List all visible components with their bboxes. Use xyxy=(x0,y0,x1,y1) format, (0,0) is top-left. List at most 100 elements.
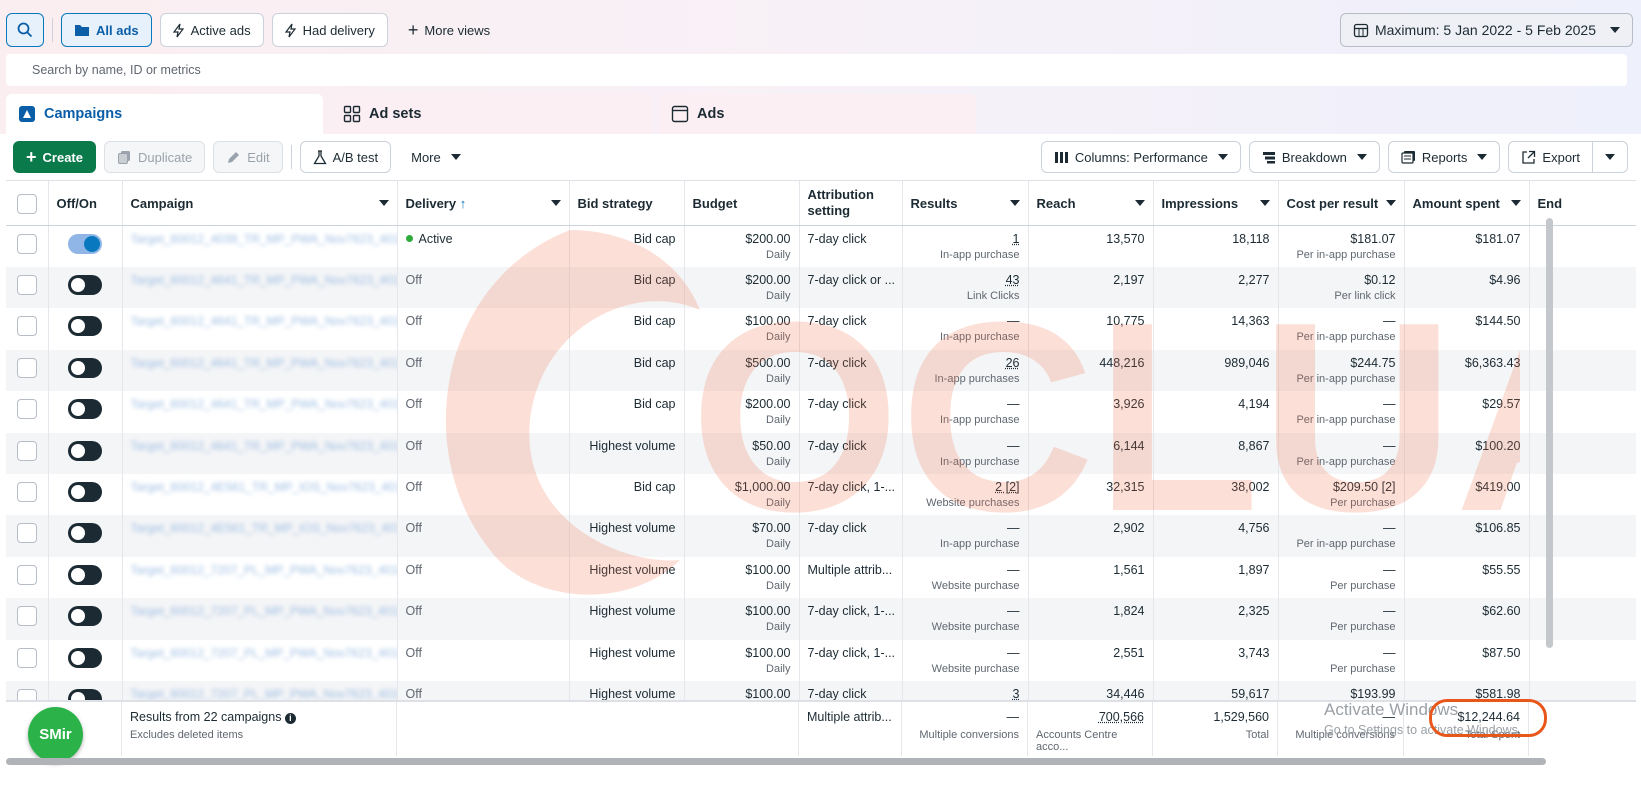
budget-cell[interactable]: $200.00 Daily xyxy=(684,225,800,267)
campaign-toggle[interactable] xyxy=(68,399,102,420)
row-checkbox[interactable] xyxy=(16,234,37,254)
campaign-toggle[interactable] xyxy=(68,481,102,502)
campaign-toggle[interactable] xyxy=(68,234,102,254)
row-checkbox[interactable] xyxy=(16,275,37,295)
sort-ascending-icon[interactable]: ↑ xyxy=(460,196,467,211)
campaign-name-cell[interactable]: Target_60012_4E561_TR_MP_IOS_Nov7623_401… xyxy=(122,515,398,557)
table-row[interactable]: Target_60012_4E561_TR_MP_IOS_Nov7623_401… xyxy=(6,473,1636,516)
budget-cell[interactable]: $200.00 Daily xyxy=(684,391,800,433)
table-row[interactable]: Target_60012_7207_PL_MP_PWA_Nov7623_4010… xyxy=(6,598,1636,640)
chevron-down-icon[interactable] xyxy=(1385,200,1396,206)
budget-cell[interactable]: $500.00 Daily xyxy=(684,349,800,392)
budget-cell[interactable]: $50.00 Daily xyxy=(684,432,800,474)
campaign-name-cell[interactable]: Target_60012_7207_PL_MP_PWA_Nov7623_4010… xyxy=(122,680,398,702)
campaign-name[interactable]: Target_60012_4E561_TR_MP_IOS_Nov7623_401… xyxy=(131,521,397,535)
export-dropdown-button[interactable] xyxy=(1593,141,1628,173)
create-button[interactable]: + Create xyxy=(13,141,96,173)
campaign-name[interactable]: Target_60012_4039_TR_MP_PWA_Nov7623_4010… xyxy=(131,232,397,246)
table-row[interactable]: Target_60012_4641_TR_MP_PWA_Nov7623_4010… xyxy=(6,308,1636,350)
chevron-down-icon[interactable] xyxy=(378,200,389,206)
table-row[interactable]: Target_60012_4039_TR_MP_PWA_Nov7623_4010… xyxy=(6,225,1636,267)
view-active-ads[interactable]: Active ads xyxy=(159,13,264,47)
budget-cell[interactable]: $100.00Daily xyxy=(684,556,800,599)
col-attribution[interactable]: Attribution setting xyxy=(799,181,903,226)
campaign-toggle[interactable] xyxy=(68,606,102,627)
columns-button[interactable]: Columns: Performance xyxy=(1040,141,1241,173)
tab-ads[interactable]: Ads xyxy=(659,94,976,134)
campaign-toggle[interactable] xyxy=(68,275,102,295)
row-checkbox[interactable] xyxy=(16,606,37,627)
col-results[interactable]: Results xyxy=(902,181,1029,226)
campaign-name-cell[interactable]: Target_60012_7207_PL_MP_PWA_Nov7623_4010… xyxy=(122,556,398,599)
row-checkbox[interactable] xyxy=(16,523,37,544)
view-had-delivery[interactable]: Had delivery xyxy=(271,13,388,47)
campaign-toggle[interactable] xyxy=(68,316,102,337)
budget-cell[interactable]: $100.00Daily xyxy=(684,598,800,640)
smir-badge[interactable]: SMir xyxy=(28,707,83,762)
row-checkbox[interactable] xyxy=(16,564,37,585)
chevron-down-icon[interactable] xyxy=(1009,200,1020,206)
tab-campaigns[interactable]: Campaigns xyxy=(6,94,323,134)
duplicate-button[interactable]: Duplicate xyxy=(103,141,206,173)
campaign-name-cell[interactable]: Target_60012_4039_TR_MP_PWA_Nov7623_4010… xyxy=(122,225,398,267)
table-row[interactable]: Target_60012_4641_TR_MP_PWA_Nov7623_4010… xyxy=(6,267,1636,309)
col-bid-strategy[interactable]: Bid strategy xyxy=(569,181,685,226)
campaign-name-cell[interactable]: Target_60012_4E561_TR_MP_IOS_Nov7623_401… xyxy=(122,473,398,516)
table-row[interactable]: Target_60012_4641_TR_MP_PWA_Nov7623_4010… xyxy=(6,391,1636,433)
budget-cell[interactable]: $70.00 Daily xyxy=(684,515,800,557)
view-all-ads[interactable]: All ads xyxy=(61,13,152,47)
campaign-name-cell[interactable]: Target_60012_4641_TR_MP_PWA_Nov7623_4010… xyxy=(122,267,398,309)
campaign-name-cell[interactable]: Target_60012_7207_PL_MP_PWA_Nov7623_4010… xyxy=(122,639,398,681)
campaign-toggle[interactable] xyxy=(68,647,102,668)
campaign-name[interactable]: Target_60012_4641_TR_MP_PWA_Nov7623_4010… xyxy=(131,439,397,453)
table-row[interactable]: Target_60012_7207_PL_MP_PWA_Nov7623_4010… xyxy=(6,556,1636,599)
info-icon[interactable]: i xyxy=(284,713,296,724)
budget-cell[interactable]: $1,000.00 Daily xyxy=(684,473,800,516)
col-cost-per-result[interactable]: Cost per result xyxy=(1278,181,1405,226)
campaign-name[interactable]: Target_60012_7207_PL_MP_PWA_Nov7623_4010… xyxy=(131,687,397,701)
col-impressions[interactable]: Impressions xyxy=(1153,181,1279,226)
col-amount-spent[interactable]: Amount spent xyxy=(1404,181,1530,226)
campaign-name-cell[interactable]: Target_60012_4641_TR_MP_PWA_Nov7623_4010… xyxy=(122,349,398,392)
reports-button[interactable]: Reports xyxy=(1387,141,1501,173)
col-delivery[interactable]: Delivery ↑ xyxy=(397,181,570,226)
campaign-name[interactable]: Target_60012_4641_TR_MP_PWA_Nov7623_4010… xyxy=(131,314,397,328)
select-all-checkbox[interactable] xyxy=(16,194,37,214)
campaign-toggle[interactable] xyxy=(68,357,102,378)
date-range-picker[interactable]: Maximum: 5 Jan 2022 - 5 Feb 2025 xyxy=(1339,13,1633,47)
ab-test-button[interactable]: A/B test xyxy=(299,141,392,173)
vertical-scrollbar[interactable] xyxy=(1546,218,1553,648)
edit-button[interactable]: Edit xyxy=(213,141,283,173)
col-budget[interactable]: Budget xyxy=(684,181,800,226)
campaign-toggle[interactable] xyxy=(68,440,102,461)
campaign-name-cell[interactable]: Target_60012_4641_TR_MP_PWA_Nov7623_4010… xyxy=(122,308,398,350)
breakdown-button[interactable]: Breakdown xyxy=(1248,141,1380,173)
campaign-name[interactable]: Target_60012_4641_TR_MP_PWA_Nov7623_4010… xyxy=(131,273,397,287)
row-checkbox[interactable] xyxy=(16,481,37,502)
campaign-name[interactable]: Target_60012_4E561_TR_MP_IOS_Nov7623_401… xyxy=(131,480,397,494)
col-reach[interactable]: Reach xyxy=(1028,181,1154,226)
table-row[interactable]: Target_60012_7207_PL_MP_PWA_Nov7623_4010… xyxy=(6,639,1636,681)
campaign-toggle[interactable] xyxy=(68,564,102,585)
campaign-name[interactable]: Target_60012_4641_TR_MP_PWA_Nov7623_4010… xyxy=(131,397,397,411)
col-campaign[interactable]: Campaign xyxy=(122,181,398,226)
tab-ad-sets[interactable]: Ad sets xyxy=(331,94,651,134)
chevron-down-icon[interactable] xyxy=(550,200,561,206)
search-input[interactable]: Search by name, ID or metrics xyxy=(6,54,1627,86)
row-checkbox[interactable] xyxy=(16,316,37,337)
budget-cell[interactable]: $100.00Daily xyxy=(684,308,800,350)
table-row[interactable]: Target_60012_4641_TR_MP_PWA_Nov7623_4010… xyxy=(6,349,1636,392)
table-row[interactable]: Target_60012_4641_TR_MP_PWA_Nov7623_4010… xyxy=(6,432,1636,474)
row-checkbox[interactable] xyxy=(16,647,37,668)
campaign-name-cell[interactable]: Target_60012_4641_TR_MP_PWA_Nov7623_4010… xyxy=(122,432,398,474)
budget-cell[interactable]: $100.00Daily xyxy=(684,639,800,681)
horizontal-scrollbar[interactable] xyxy=(6,758,1546,765)
search-button[interactable] xyxy=(6,13,44,47)
more-views-button[interactable]: + More views xyxy=(396,13,502,47)
campaign-name[interactable]: Target_60012_7207_PL_MP_PWA_Nov7623_4010… xyxy=(131,646,397,660)
export-button[interactable]: Export xyxy=(1508,141,1593,173)
row-checkbox[interactable] xyxy=(16,399,37,420)
chevron-down-icon[interactable] xyxy=(1134,200,1145,206)
row-checkbox[interactable] xyxy=(16,440,37,461)
budget-cell[interactable]: $100.00Daily xyxy=(684,680,800,702)
